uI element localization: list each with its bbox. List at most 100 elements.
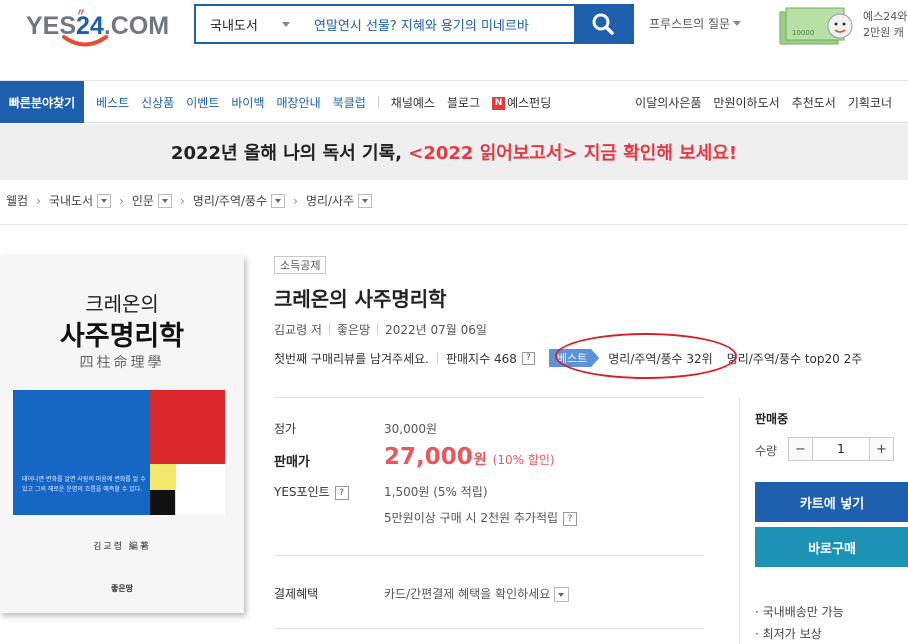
meta-divider: [328, 324, 330, 335]
quick-category-button[interactable]: 빠른분야찾기: [0, 81, 84, 123]
discount-rate: (10% 할인): [492, 453, 555, 467]
nav-item-gift[interactable]: 이달의사은품: [635, 94, 701, 111]
help-icon[interactable]: ?: [334, 485, 349, 500]
breadcrumb-home[interactable]: 웰컴: [6, 192, 28, 209]
nav-item-buyback[interactable]: 바이백: [231, 94, 264, 111]
search-input[interactable]: 연말연시 선물? 지혜와 용기의 미네르바: [300, 6, 574, 42]
nav-item-special[interactable]: 기획코너: [848, 94, 892, 111]
review-prompt-link[interactable]: 첫번째 구매리뷰를 남겨주세요.: [274, 350, 429, 367]
money-promo-icon[interactable]: 10000: [778, 4, 860, 48]
cover-title-line1: 크레온의: [85, 292, 159, 316]
nav-item-store[interactable]: 매장안내: [277, 94, 321, 111]
book-title: 크레온의 사주명리학: [274, 287, 447, 311]
reading-report-banner[interactable]: 2022년 올해 나의 독서 기록, <2022 읽어보고서> 지금 확인해 보…: [0, 124, 908, 180]
breadcrumb-divination[interactable]: 명리/주역/풍수: [193, 192, 267, 209]
dropdown-icon[interactable]: [358, 193, 373, 208]
book-meta: 김교령 저 좋은땅 2022년 07월 06일: [274, 321, 487, 338]
price-divider: [274, 628, 704, 629]
search-button[interactable]: [574, 6, 632, 42]
nav-item-channel-yes[interactable]: 채널예스: [391, 94, 435, 111]
yes-points-extra-text: 5만원이상 구매 시 2천원 추가적립: [384, 511, 559, 525]
tax-deduction-badge: 소득공제: [274, 256, 327, 274]
yes-points-label: YES포인트?: [274, 483, 349, 500]
sale-price: 27,000 원 (10% 할인): [384, 444, 555, 470]
search-icon: [592, 13, 614, 35]
dropdown-icon[interactable]: [97, 193, 112, 208]
cover-white-block: [175, 464, 225, 515]
quantity-stepper: − 1 +: [788, 437, 894, 461]
cover-hanja: 四柱命理學: [79, 355, 165, 371]
nav-item-funding-label: 예스펀딩: [507, 95, 552, 110]
list-price-label: 정가: [274, 422, 297, 436]
meta-divider: [377, 324, 379, 335]
nav-item-best[interactable]: 베스트: [96, 94, 129, 111]
promo-line2: 2만원 캐: [863, 26, 904, 39]
nav-item-funding[interactable]: N 예스펀딩: [492, 94, 551, 111]
chevron-right-icon: ›: [179, 193, 185, 208]
sale-price-label: 판매가: [274, 455, 310, 470]
nav-item-bookclub[interactable]: 북클럽: [333, 94, 366, 111]
chevron-right-icon: ›: [36, 193, 41, 208]
sale-status: 판매중: [755, 412, 789, 426]
nav-item-blog[interactable]: 블로그: [447, 94, 480, 111]
banner-highlight: <2022 읽어보고서> 지금 확인해 보세요!: [408, 143, 738, 164]
book-publisher[interactable]: 좋은땅: [337, 321, 370, 338]
nav-item-new[interactable]: 신상품: [141, 94, 174, 111]
breadcrumb: 웰컴 › 국내도서 › 인문 › 명리/주역/풍수 › 명리/사주: [6, 192, 373, 209]
nav-item-under10k[interactable]: 만원이하도서: [713, 94, 779, 111]
search-category-label: 국내도서: [210, 18, 258, 34]
payment-benefit-label: 결제혜택: [274, 587, 319, 601]
logo-smile-icon: [62, 35, 108, 47]
quantity-increase-button[interactable]: +: [869, 438, 893, 460]
dropdown-icon[interactable]: [157, 193, 172, 208]
promo-image-caption: 10000: [792, 29, 814, 37]
banner-prefix: 2022년 올해 나의 독서 기록,: [170, 143, 402, 164]
cover-yellow-block: [150, 464, 175, 490]
help-icon[interactable]: ?: [521, 351, 535, 365]
quantity-decrease-button[interactable]: −: [789, 438, 813, 460]
cover-blurb: 태어나면 변화를 알면 사람의 마음에 변화를 알 수 있고 그의 해로운 운명…: [22, 476, 146, 493]
dropdown-icon[interactable]: [271, 193, 286, 208]
breadcrumb-saju[interactable]: 명리/사주: [306, 192, 354, 209]
help-icon[interactable]: ?: [563, 511, 578, 526]
add-to-cart-button[interactable]: 카트에 넣기: [755, 482, 908, 522]
book-cover[interactable]: 크레온의 사주명리학 四柱命理學 태어나면 변화를 알면 사람의 마음에 변화를…: [0, 256, 244, 613]
search-bar: 국내도서 연말연시 선물? 지혜와 용기의 미네르바: [194, 4, 634, 44]
sale-price-unit: 원: [473, 452, 487, 468]
payment-benefit-value[interactable]: 카드/간편결제 혜택을 확인하세요: [384, 585, 570, 602]
cover-red-block: [150, 390, 225, 464]
proust-question-menu[interactable]: 프루스트의 질문: [649, 15, 742, 32]
proust-question-label: 프루스트의 질문: [649, 17, 731, 31]
quantity-label: 수량: [755, 444, 778, 458]
yes24-logo[interactable]: 〃 YES24.COM: [26, 6, 169, 50]
price-divider: [274, 397, 704, 398]
price-divider: [274, 555, 704, 556]
nav-item-recommend[interactable]: 추천도서: [792, 94, 836, 111]
purchase-panel: 판매중 수량 − 1 + 카트에 넣기 바로구매 · 국내배송만 가능 · 최저…: [739, 397, 908, 644]
cover-author: 김교령 編著: [93, 542, 151, 552]
chevron-right-icon: ›: [119, 193, 124, 208]
domestic-shipping-note: · 국내배송만 가능: [755, 605, 844, 619]
top20-link[interactable]: 명리/주역/풍수 top20 2주: [727, 350, 863, 367]
breadcrumb-domestic[interactable]: 국내도서: [49, 192, 93, 209]
list-price-value: 30,000원: [384, 422, 438, 436]
breadcrumb-divider: [0, 224, 908, 225]
main-nav: 빠른분야찾기 베스트 신상품 이벤트 바이백 매장안내 북클럽 채널예스 블로그…: [0, 81, 908, 123]
cover-title-line2: 사주명리학: [59, 321, 185, 352]
caret-down-icon: [733, 21, 742, 26]
nav-left-menu: 베스트 신상품 이벤트 바이백 매장안내 북클럽 채널예스 블로그 N 예스펀딩: [96, 81, 563, 123]
buy-now-button[interactable]: 바로구매: [755, 527, 908, 567]
dropdown-icon[interactable]: [554, 587, 570, 602]
yes-points-value: 1,500원 (5% 적립): [384, 485, 488, 499]
book-author[interactable]: 김교령 저: [274, 321, 322, 338]
caret-down-icon: [282, 21, 290, 27]
breadcrumb-humanities[interactable]: 인문: [132, 192, 154, 209]
nav-item-event[interactable]: 이벤트: [186, 94, 219, 111]
payment-benefit-text: 카드/간편결제 혜택을 확인하세요: [384, 587, 551, 601]
promo-text[interactable]: 예스24와 2만원 캐: [863, 9, 907, 41]
cover-publisher: 좋은땅: [110, 584, 134, 593]
quantity-input[interactable]: 1: [813, 438, 869, 460]
yes-points-label-text: YES포인트: [274, 485, 330, 499]
cover-blue-block: [13, 390, 150, 515]
search-category-select[interactable]: 국내도서: [196, 6, 300, 42]
